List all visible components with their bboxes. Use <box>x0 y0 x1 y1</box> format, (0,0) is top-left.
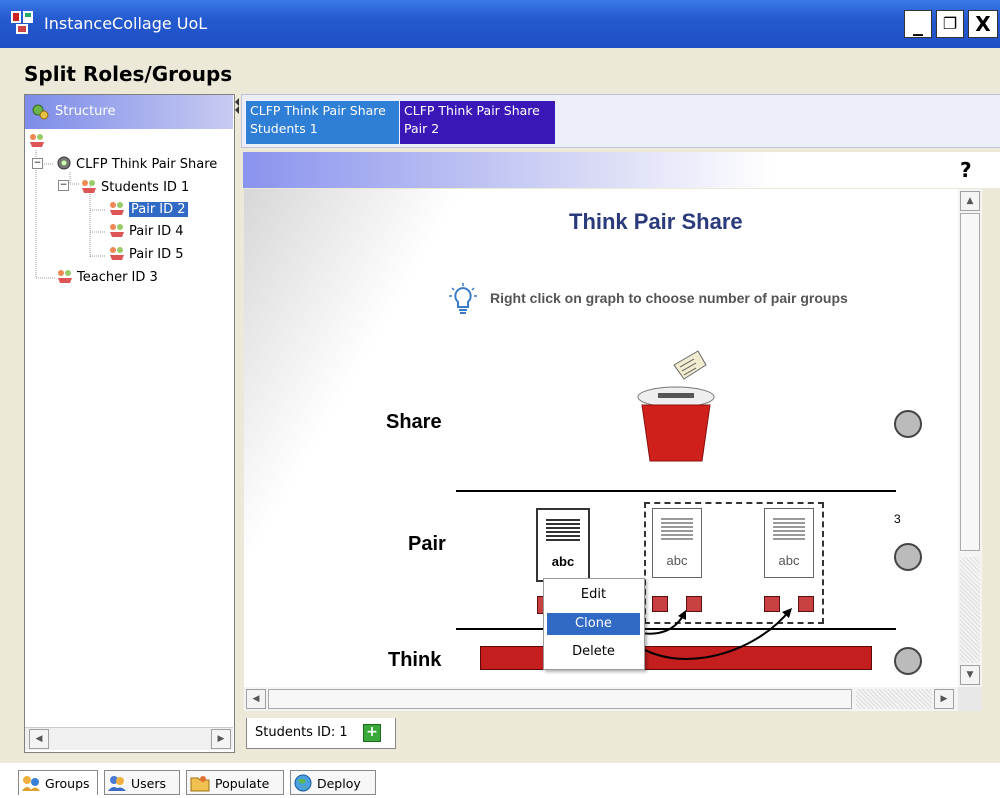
group-icon <box>110 247 124 260</box>
scroll-down-button[interactable]: ▼ <box>960 665 980 685</box>
hscroll-right-button[interactable]: ▶ <box>934 689 954 709</box>
level-label-pair: Pair <box>408 533 446 555</box>
document-label: abc <box>551 554 575 569</box>
think-level-handle[interactable] <box>894 647 922 675</box>
pair-member-block[interactable] <box>798 596 814 612</box>
page-title: Split Roles/Groups <box>24 62 233 86</box>
tab-populate-label: Populate <box>214 776 270 791</box>
tree-item-students[interactable]: Students ID 1 <box>80 178 189 195</box>
group-icon <box>110 202 124 215</box>
hscroll-track[interactable] <box>856 689 932 709</box>
tree-item-pair-4[interactable]: Pair ID 4 <box>108 222 184 239</box>
close-button[interactable]: X <box>968 10 998 38</box>
document-label: abc <box>666 553 688 568</box>
users-icon <box>108 776 126 791</box>
tab-users-label: Users <box>130 776 166 791</box>
tree-expander-2[interactable]: − <box>58 180 69 191</box>
group-icon <box>82 180 96 193</box>
scroll-left-button[interactable]: ◀ <box>29 729 49 749</box>
scroll-up-button[interactable]: ▲ <box>960 191 980 211</box>
globe-icon <box>294 774 312 792</box>
lightbulb-icon <box>449 283 477 314</box>
tab-deploy[interactable]: Deploy <box>290 770 376 795</box>
tab-students-1-line2: Students 1 <box>250 121 318 136</box>
structure-header-label: Structure <box>55 104 116 119</box>
horizontal-scroll-thumb[interactable] <box>268 689 852 709</box>
vertical-scrollbar[interactable]: ▲ ▼ <box>958 189 982 687</box>
share-pair-separator <box>456 490 896 492</box>
scroll-track[interactable] <box>960 557 980 663</box>
hint-text: Right click on graph to choose number of… <box>490 290 848 306</box>
activity-icon <box>57 156 71 170</box>
level-label-think: Think <box>388 649 442 671</box>
tree-item-pair-5[interactable]: Pair ID 5 <box>108 245 184 262</box>
scroll-corner <box>958 687 982 711</box>
tab-students-id-1[interactable]: Students ID: 1 + <box>246 718 396 749</box>
structure-header[interactable]: Structure <box>25 95 233 129</box>
pair-document-icon[interactable]: abc <box>764 508 814 578</box>
tab-pair-2-line2: Pair 2 <box>404 121 440 136</box>
horizontal-scrollbar[interactable]: ◀ ▶ <box>244 687 958 711</box>
ballot-box-icon <box>637 350 715 462</box>
tab-pair-2-line1: CLFP Think Pair Share <box>404 103 540 118</box>
tab-pair-2[interactable]: CLFP Think Pair Share Pair 2 <box>400 101 555 144</box>
level-label-share: Share <box>386 411 442 433</box>
title-bar: InstanceCollage UoL _ ❐ X <box>0 0 1000 48</box>
tree-item-pair-2[interactable]: Pair ID 2 <box>108 200 188 217</box>
populate-icon <box>190 776 210 792</box>
menu-item-delete[interactable]: Delete <box>547 641 640 663</box>
app-icon <box>10 10 36 36</box>
tab-students-1[interactable]: CLFP Think Pair Share Students 1 <box>246 101 399 144</box>
tab-users[interactable]: Users <box>104 770 180 795</box>
add-tab-button[interactable]: + <box>363 724 381 742</box>
tree-item-teacher[interactable]: Teacher ID 3 <box>56 268 158 285</box>
pair-count: 3 <box>894 512 901 526</box>
tab-students-1-line1: CLFP Think Pair Share <box>250 103 386 118</box>
splitter-handle[interactable] <box>234 96 240 116</box>
group-icon <box>110 224 124 237</box>
structure-icon <box>32 104 49 120</box>
group-icon <box>58 270 72 283</box>
minimize-button[interactable]: _ <box>904 10 932 38</box>
tab-groups-label: Groups <box>44 776 90 791</box>
scroll-right-button[interactable]: ▶ <box>211 729 231 749</box>
tree-expander-1[interactable]: − <box>32 158 43 169</box>
menu-item-edit[interactable]: Edit <box>547 584 640 606</box>
students-tab-label: Students ID: 1 <box>255 725 348 740</box>
tab-groups[interactable]: Groups <box>18 770 98 795</box>
window-title: InstanceCollage UoL <box>44 14 208 33</box>
tree-horizontal-scrollbar[interactable]: ◀ ▶ <box>25 727 233 750</box>
document-label: abc <box>778 553 800 568</box>
help-button[interactable]: ? <box>960 158 972 182</box>
hscroll-left-button[interactable]: ◀ <box>246 689 266 709</box>
pair-level-handle[interactable] <box>894 543 922 571</box>
diagram-title: Think Pair Share <box>569 209 743 234</box>
share-level-handle[interactable] <box>894 410 922 438</box>
pair-document-icon[interactable]: abc <box>652 508 702 578</box>
content-header-bar <box>243 152 1000 188</box>
context-menu: Edit Clone Delete <box>543 578 645 670</box>
groups-icon <box>22 776 40 791</box>
tree-item-clfp[interactable]: CLFP Think Pair Share <box>55 155 217 172</box>
tab-deploy-label: Deploy <box>316 776 361 791</box>
restore-button[interactable]: ❐ <box>936 10 964 38</box>
pair-document-icon[interactable]: abc <box>536 508 590 582</box>
vertical-scroll-thumb[interactable] <box>960 213 980 551</box>
tab-populate[interactable]: Populate <box>186 770 284 795</box>
menu-item-clone[interactable]: Clone <box>547 613 640 635</box>
